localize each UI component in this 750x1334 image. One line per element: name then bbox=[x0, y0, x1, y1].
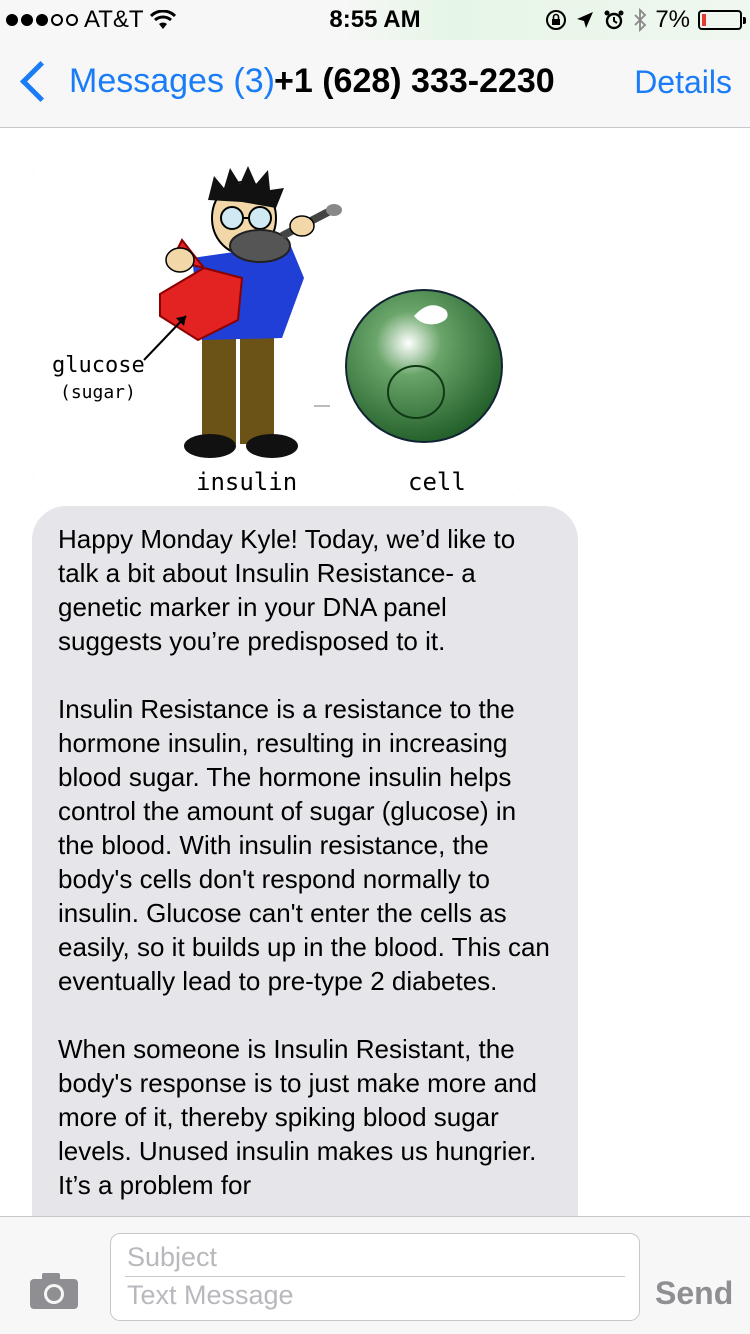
text-message-input[interactable]: Text Message bbox=[127, 1280, 294, 1311]
status-right: 7% bbox=[545, 6, 746, 34]
battery-icon bbox=[698, 10, 746, 30]
image-message[interactable]: glucose (sugar) insulin cell bbox=[32, 148, 526, 500]
back-label: Messages (3) bbox=[69, 62, 275, 100]
chevron-left-icon bbox=[19, 60, 62, 103]
alarm-icon bbox=[604, 10, 624, 30]
label-insulin: insulin bbox=[196, 468, 297, 496]
label-sugar: (sugar) bbox=[60, 382, 136, 403]
subject-input[interactable]: Subject bbox=[127, 1242, 217, 1273]
insulin-cartoon-image: glucose (sugar) insulin cell bbox=[32, 148, 526, 500]
camera-icon[interactable] bbox=[28, 1271, 80, 1311]
field-divider bbox=[125, 1276, 625, 1277]
label-cell: cell bbox=[408, 468, 466, 496]
send-button[interactable]: Send bbox=[655, 1275, 733, 1312]
received-message-bubble[interactable]: Happy Monday Kyle! Today, we’d like to t… bbox=[32, 506, 578, 1246]
status-bar: AT&T 8:55 AM 7% bbox=[0, 0, 750, 40]
message-paragraph: Insulin Resistance is a resistance to th… bbox=[58, 694, 550, 996]
details-button[interactable]: Details bbox=[634, 64, 732, 101]
message-input-field[interactable]: Subject Text Message bbox=[110, 1233, 640, 1321]
label-glucose: glucose bbox=[52, 353, 145, 378]
orientation-lock-icon bbox=[546, 10, 567, 30]
compose-bar: Subject Text Message Send bbox=[0, 1216, 750, 1334]
location-icon bbox=[577, 12, 594, 28]
navigation-bar: Messages (3) +1 (628) 333-2230 Details bbox=[0, 40, 750, 128]
back-button[interactable]: Messages (3) bbox=[14, 60, 275, 103]
message-paragraph: When someone is Insulin Resistant, the b… bbox=[58, 1034, 537, 1200]
message-paragraph: Happy Monday Kyle! Today, we’d like to t… bbox=[58, 524, 516, 656]
battery-percent: 7% bbox=[655, 6, 690, 33]
conversation-title: +1 (628) 333-2230 bbox=[274, 62, 555, 100]
bluetooth-icon bbox=[634, 8, 647, 32]
